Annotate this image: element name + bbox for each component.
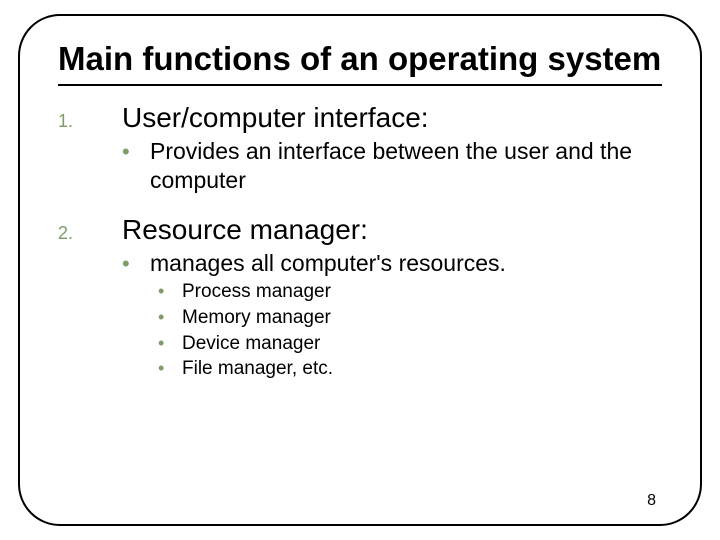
- bullet-icon: •: [122, 253, 150, 275]
- sub-bullet-text: File manager, etc.: [182, 357, 333, 381]
- sub-bullet-item: • Device manager: [58, 332, 662, 356]
- bullet-icon: •: [122, 141, 150, 163]
- sub-bullet-text: Memory manager: [182, 306, 331, 330]
- title-underline: [58, 84, 662, 86]
- sub-bullet-text: Device manager: [182, 332, 320, 356]
- slide: Main functions of an operating system 1.…: [0, 0, 720, 540]
- bullet-icon: •: [158, 332, 182, 355]
- list-number: 2.: [58, 222, 122, 245]
- list-number: 1.: [58, 110, 122, 133]
- sub-bullet-item: • Process manager: [58, 280, 662, 304]
- slide-title: Main functions of an operating system: [58, 40, 662, 78]
- sub-bullet-item: • File manager, etc.: [58, 357, 662, 381]
- bullet-item: • manages all computer's resources.: [58, 249, 662, 278]
- bullet-text: manages all computer's resources.: [150, 249, 506, 278]
- bullet-icon: •: [158, 280, 182, 303]
- list-heading: User/computer interface:: [122, 100, 429, 135]
- bullet-text: Provides an interface between the user a…: [150, 137, 662, 195]
- bullet-icon: •: [158, 357, 182, 380]
- page-number: 8: [647, 492, 656, 510]
- sub-bullet-item: • Memory manager: [58, 306, 662, 330]
- list-item: 2. Resource manager:: [58, 212, 662, 247]
- list-item: 1. User/computer interface:: [58, 100, 662, 135]
- slide-content: 1. User/computer interface: • Provides a…: [58, 100, 662, 381]
- sub-bullet-text: Process manager: [182, 280, 331, 304]
- list-heading: Resource manager:: [122, 212, 368, 247]
- bullet-item: • Provides an interface between the user…: [58, 137, 662, 195]
- slide-frame: Main functions of an operating system 1.…: [18, 14, 702, 526]
- bullet-icon: •: [158, 306, 182, 329]
